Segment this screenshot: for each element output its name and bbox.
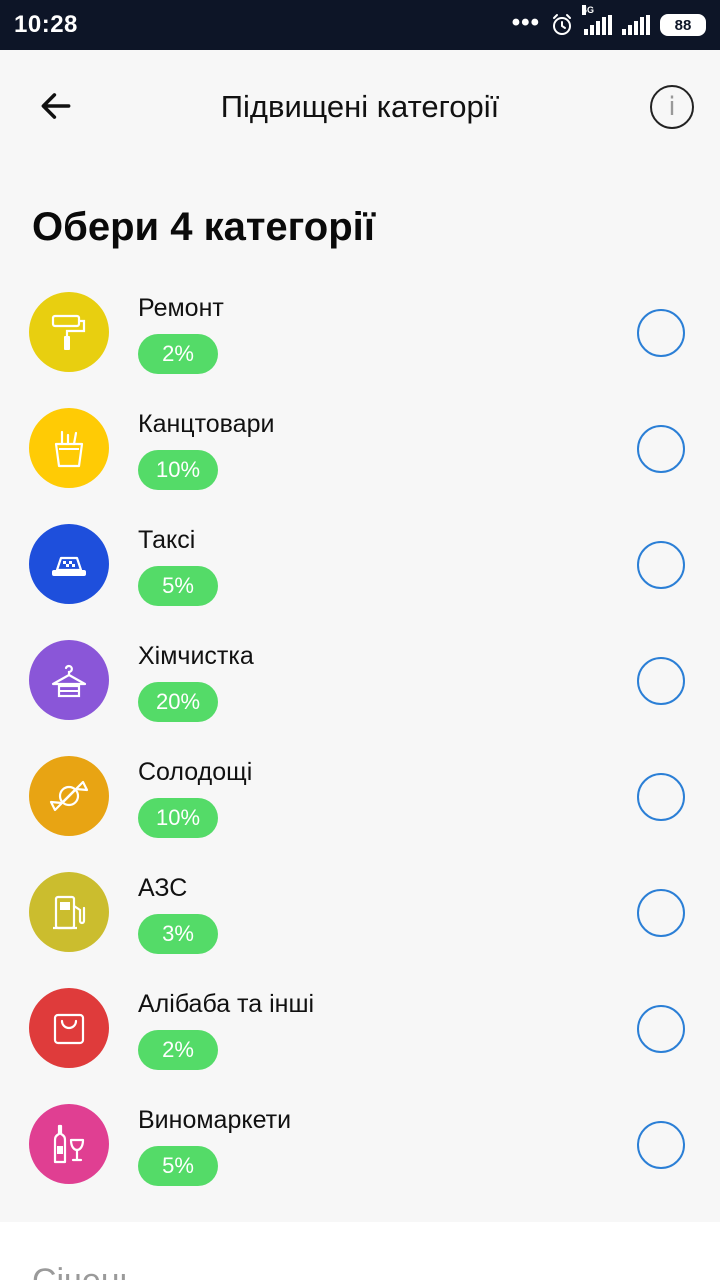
select-radio[interactable] — [637, 425, 685, 473]
wine-icon — [53, 1124, 85, 1164]
cashback-badge: 2% — [138, 1030, 218, 1070]
category-icon-circle — [29, 872, 109, 952]
arrow-left-icon — [41, 93, 71, 119]
category-icon-circle — [29, 988, 109, 1068]
alarm-icon — [553, 14, 571, 35]
category-row-dry-cleaning[interactable]: Хімчистка 20% — [0, 622, 720, 738]
category-name: Алібаба та інші — [138, 990, 315, 1018]
more-dots-icon: ••• — [511, 9, 540, 36]
shopping-bag-icon — [53, 1013, 85, 1045]
category-row-sweets[interactable]: Солодощі 10% — [0, 738, 720, 854]
category-name: Ремонт — [138, 294, 224, 322]
category-icon-circle — [29, 640, 109, 720]
category-row-repair[interactable]: Ремонт 2% — [0, 274, 720, 390]
section-title: Обери 4 категорії — [32, 205, 376, 249]
paint-roller-icon — [51, 314, 86, 350]
fuel-pump-icon — [53, 895, 86, 930]
category-row-gas-station[interactable]: АЗС 3% — [0, 854, 720, 970]
back-button[interactable] — [30, 80, 82, 132]
battery-level: 88 — [674, 16, 692, 34]
category-icon-circle — [29, 292, 109, 372]
category-name: Канцтовари — [138, 410, 275, 438]
category-row-wine-market[interactable]: Виномаркети 5% — [0, 1086, 720, 1202]
app-bar: Підвищені категорії i — [0, 50, 720, 164]
cashback-badge: 2% — [138, 334, 218, 374]
info-button[interactable]: i — [650, 85, 694, 129]
cashback-badge: 10% — [138, 798, 218, 838]
status-bar: 10:28 ••• 4G 88 — [0, 0, 720, 50]
category-name: Таксі — [138, 526, 196, 554]
select-radio[interactable] — [637, 773, 685, 821]
cashback-badge: 10% — [138, 450, 218, 490]
cashback-badge: 5% — [138, 1146, 218, 1186]
cashback-badge: 20% — [138, 682, 218, 722]
select-radio[interactable] — [637, 541, 685, 589]
stationery-icon — [54, 430, 84, 468]
category-icon-circle — [29, 524, 109, 604]
category-name: Хімчистка — [138, 642, 254, 670]
hanger-icon — [51, 664, 87, 698]
category-icon-circle — [29, 408, 109, 488]
cashback-badge: 5% — [138, 566, 218, 606]
category-name: Солодощі — [138, 758, 253, 786]
page-title: Підвищені категорії — [220, 89, 500, 124]
status-time: 10:28 — [14, 11, 78, 38]
signal-4g-icon: 4G — [582, 5, 612, 35]
month-label: Січень — [32, 1262, 137, 1280]
battery-icon: 88 — [660, 14, 706, 36]
signal-icon — [622, 15, 650, 35]
cashback-badge: 3% — [138, 914, 218, 954]
network-type-label: 4G — [582, 5, 595, 15]
category-name: АЗС — [138, 874, 188, 902]
select-radio[interactable] — [637, 309, 685, 357]
month-section: Січень — [0, 1222, 720, 1280]
select-radio[interactable] — [637, 1121, 685, 1169]
category-row-stationery[interactable]: Канцтовари 10% — [0, 390, 720, 506]
category-icon-circle — [29, 1104, 109, 1184]
select-radio[interactable] — [637, 1005, 685, 1053]
taxi-icon — [52, 556, 86, 576]
info-icon: i — [668, 92, 676, 122]
category-row-alibaba[interactable]: Алібаба та інші 2% — [0, 970, 720, 1086]
category-row-taxi[interactable]: Таксі 5% — [0, 506, 720, 622]
status-icons: ••• 4G 88 — [512, 5, 706, 37]
select-radio[interactable] — [637, 657, 685, 705]
category-name: Виномаркети — [138, 1106, 292, 1134]
select-radio[interactable] — [637, 889, 685, 937]
category-list: Ремонт 2% Канцтовари 10% Таксі 5% Хімчис… — [0, 274, 720, 1202]
candy-icon — [49, 780, 89, 812]
category-icon-circle — [29, 756, 109, 836]
